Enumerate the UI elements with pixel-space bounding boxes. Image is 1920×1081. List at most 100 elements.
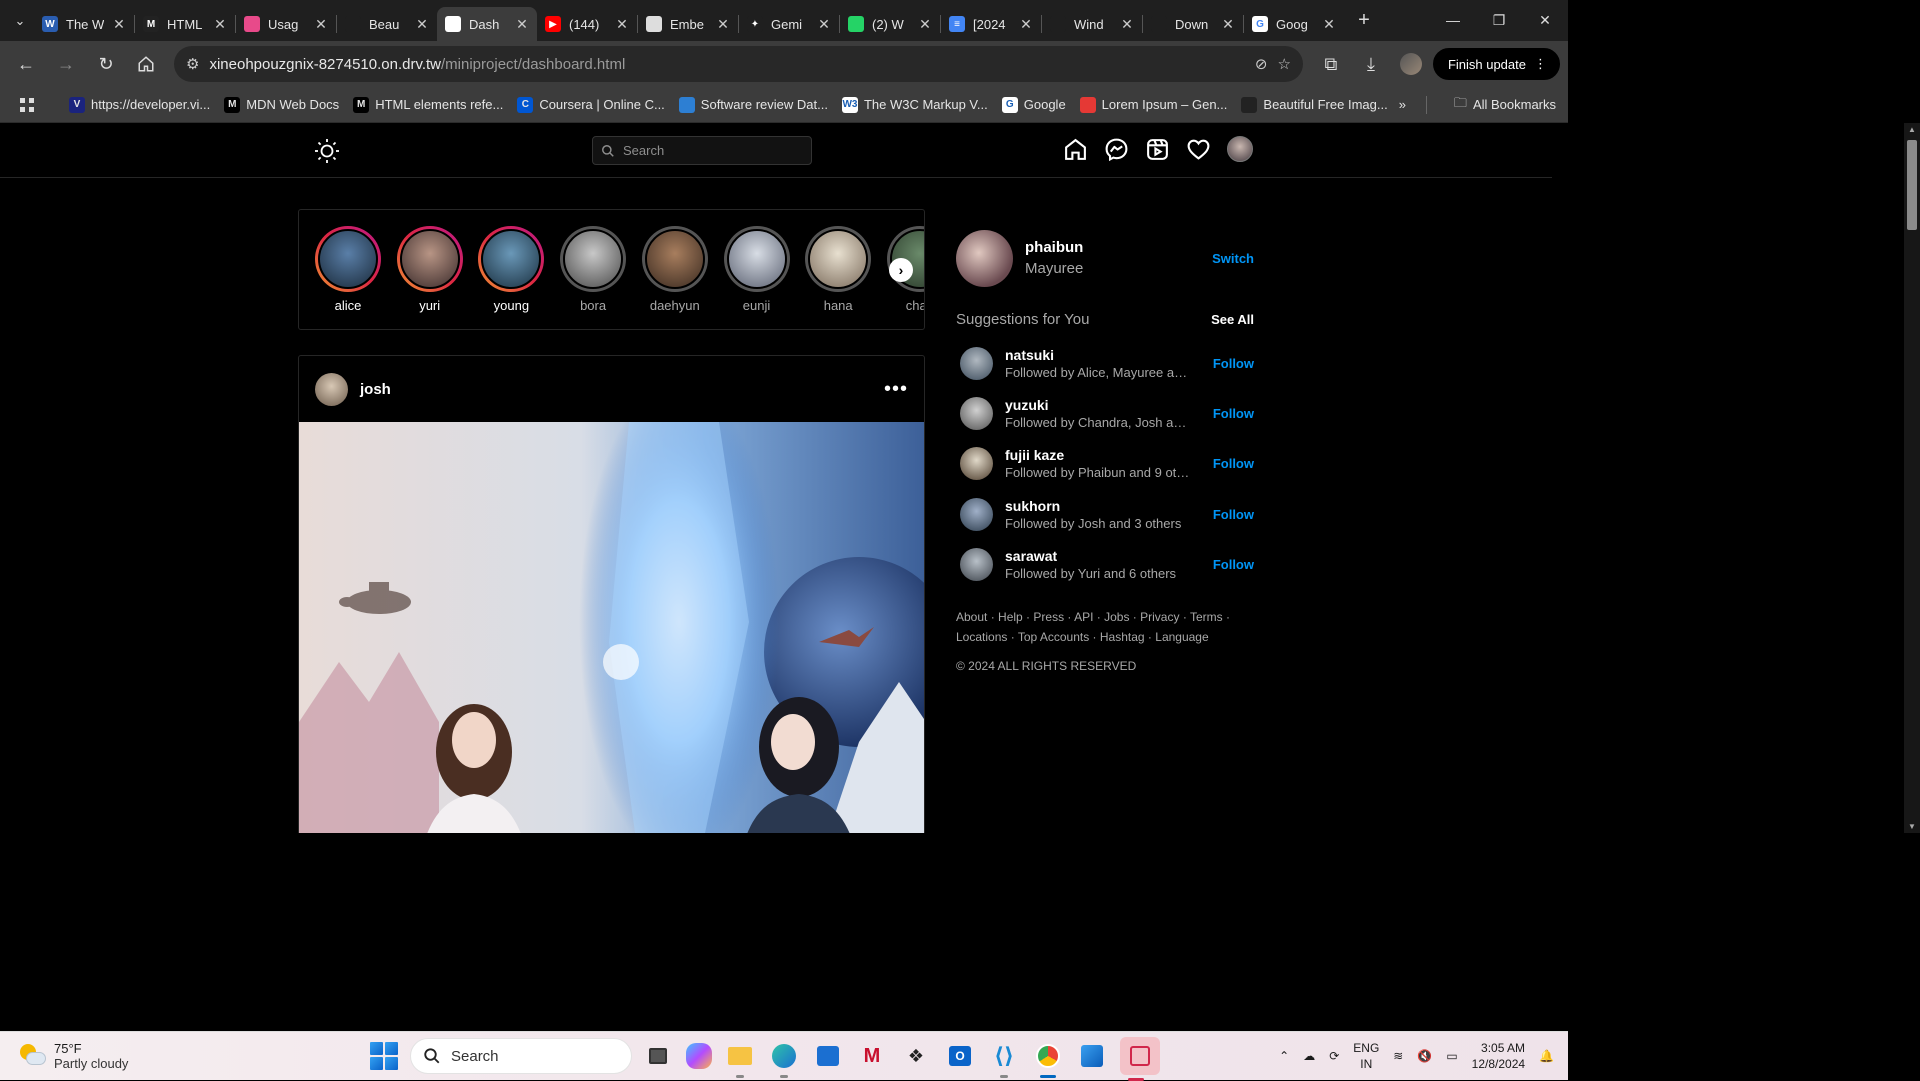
browser-tab[interactable]: Wind✕ bbox=[1042, 7, 1142, 41]
dropbox-icon[interactable]: ❖ bbox=[900, 1040, 932, 1072]
edge-icon[interactable] bbox=[768, 1040, 800, 1072]
search-box[interactable] bbox=[592, 136, 812, 165]
browser-tab[interactable]: ▶(144)✕ bbox=[537, 7, 637, 41]
suggestion-username[interactable]: yuzuki bbox=[1005, 397, 1201, 413]
suggestion-username[interactable]: sukhorn bbox=[1005, 498, 1201, 514]
story-item[interactable]: bora bbox=[560, 226, 626, 313]
post-image[interactable] bbox=[299, 422, 925, 833]
suggestion-avatar[interactable] bbox=[960, 548, 993, 581]
follow-button[interactable]: Follow bbox=[1213, 456, 1254, 471]
mcafee-icon[interactable]: M bbox=[856, 1040, 888, 1072]
volume-muted-icon[interactable]: 🔇 bbox=[1417, 1049, 1432, 1063]
post-username[interactable]: josh bbox=[360, 381, 872, 398]
tab-close-icon[interactable]: ✕ bbox=[918, 16, 932, 33]
cloud-icon[interactable]: ☁ bbox=[1303, 1049, 1315, 1063]
theme-toggle-sun-icon[interactable] bbox=[313, 137, 341, 165]
vscode-icon[interactable]: ⟨⟩ bbox=[988, 1040, 1020, 1072]
bookmark-item[interactable]: Vhttps://developer.vi... bbox=[62, 93, 217, 117]
finish-update-button[interactable]: Finish update⋮ bbox=[1433, 48, 1560, 80]
browser-tab[interactable]: Down✕ bbox=[1143, 7, 1243, 41]
post-avatar[interactable] bbox=[315, 373, 348, 406]
browser-tab[interactable]: (2) W✕ bbox=[840, 7, 940, 41]
see-all-button[interactable]: See All bbox=[1211, 312, 1254, 327]
home-button[interactable] bbox=[128, 46, 164, 82]
tab-close-icon[interactable]: ✕ bbox=[213, 16, 227, 33]
minimize-button[interactable]: — bbox=[1430, 0, 1476, 40]
suggestion-username[interactable]: natsuki bbox=[1005, 347, 1201, 363]
footer-link[interactable]: About bbox=[956, 610, 987, 624]
suggestion-avatar[interactable] bbox=[960, 397, 993, 430]
heart-icon[interactable] bbox=[1186, 137, 1211, 162]
footer-link[interactable]: Hashtag bbox=[1100, 630, 1145, 644]
chevron-right-icon[interactable]: › bbox=[889, 258, 913, 282]
follow-button[interactable]: Follow bbox=[1213, 356, 1254, 371]
bookmark-item[interactable]: Lorem Ipsum – Gen... bbox=[1073, 93, 1235, 117]
suggestion-avatar[interactable] bbox=[960, 498, 993, 531]
browser-tab[interactable]: Dash✕ bbox=[437, 7, 537, 41]
address-bar[interactable]: ⚙ xineohpouzgnix-8274510.on.drv.tw/minip… bbox=[174, 46, 1303, 82]
wifi-icon[interactable]: ≋ bbox=[1393, 1049, 1403, 1063]
eye-slash-icon[interactable]: ⊘ bbox=[1255, 55, 1268, 73]
search-input[interactable] bbox=[623, 143, 803, 158]
scroll-down-arrow-icon[interactable]: ▼ bbox=[1904, 822, 1920, 831]
reload-button[interactable]: ↻ bbox=[88, 46, 124, 82]
bookmark-item[interactable]: MMDN Web Docs bbox=[217, 93, 346, 117]
tab-close-icon[interactable]: ✕ bbox=[314, 16, 328, 33]
file-explorer-icon[interactable] bbox=[724, 1040, 756, 1072]
tab-close-icon[interactable]: ✕ bbox=[817, 16, 831, 33]
footer-link[interactable]: Top Accounts bbox=[1018, 630, 1089, 644]
task-view-icon[interactable] bbox=[642, 1040, 674, 1072]
tab-close-icon[interactable]: ✕ bbox=[1322, 16, 1336, 33]
all-bookmarks-button[interactable]: 🗀All Bookmarks bbox=[1447, 90, 1563, 120]
browser-tab[interactable]: Embe✕ bbox=[638, 7, 738, 41]
bookmark-item[interactable]: GGoogle bbox=[995, 93, 1073, 117]
scroll-up-arrow-icon[interactable]: ▲ bbox=[1904, 125, 1920, 134]
footer-link[interactable]: Privacy bbox=[1140, 610, 1179, 624]
browser-tab[interactable]: GGoog✕ bbox=[1244, 7, 1344, 41]
chrome-icon[interactable] bbox=[1032, 1040, 1064, 1072]
story-item[interactable]: yuri bbox=[397, 226, 463, 313]
browser-tab[interactable]: WThe W✕ bbox=[34, 7, 134, 41]
tab-close-icon[interactable]: ✕ bbox=[1120, 16, 1134, 33]
chevron-up-icon[interactable]: ⌃ bbox=[1279, 1049, 1289, 1063]
tab-close-icon[interactable]: ✕ bbox=[515, 16, 529, 33]
tab-close-icon[interactable]: ✕ bbox=[1221, 16, 1235, 33]
footer-link[interactable]: Locations bbox=[956, 630, 1007, 644]
suggestion-username[interactable]: fujii kaze bbox=[1005, 447, 1201, 463]
story-item[interactable]: daehyun bbox=[642, 226, 708, 313]
copilot-icon[interactable] bbox=[686, 1043, 712, 1069]
suggestion-avatar[interactable] bbox=[960, 347, 993, 380]
story-item[interactable]: eunji bbox=[724, 226, 790, 313]
start-button[interactable] bbox=[370, 1042, 398, 1070]
more-bookmarks-icon[interactable]: » bbox=[1399, 97, 1406, 112]
current-username[interactable]: phaibun bbox=[1025, 239, 1200, 256]
profile-avatar[interactable] bbox=[1227, 136, 1253, 162]
language-indicator[interactable]: ENG IN bbox=[1353, 1040, 1379, 1072]
tab-search-button[interactable]: ⌄ bbox=[6, 7, 34, 35]
footer-link[interactable]: Jobs bbox=[1104, 610, 1129, 624]
downloads-icon[interactable]: ⤓ bbox=[1353, 46, 1389, 82]
tab-close-icon[interactable]: ✕ bbox=[716, 16, 730, 33]
switch-account-button[interactable]: Switch bbox=[1212, 251, 1254, 266]
tab-close-icon[interactable]: ✕ bbox=[112, 16, 126, 33]
footer-link[interactable]: Language bbox=[1155, 630, 1208, 644]
suggestion-avatar[interactable] bbox=[960, 447, 993, 480]
forward-button[interactable]: → bbox=[48, 46, 84, 82]
back-button[interactable]: ← bbox=[8, 46, 44, 82]
more-options-icon[interactable]: ••• bbox=[884, 378, 908, 401]
bookmark-star-icon[interactable]: ☆ bbox=[1277, 55, 1290, 73]
footer-link[interactable]: Press bbox=[1033, 610, 1064, 624]
footer-link[interactable]: API bbox=[1074, 610, 1093, 624]
photos-icon[interactable] bbox=[1076, 1040, 1108, 1072]
home-icon[interactable] bbox=[1063, 137, 1088, 162]
follow-button[interactable]: Follow bbox=[1213, 406, 1254, 421]
bookmark-item[interactable]: Software review Dat... bbox=[672, 93, 835, 117]
page-scrollbar[interactable]: ▲ ▼ bbox=[1904, 123, 1920, 833]
sync-icon[interactable]: ⟳ bbox=[1329, 1049, 1339, 1063]
site-info-icon[interactable]: ⚙ bbox=[186, 55, 199, 73]
footer-link[interactable]: Help bbox=[998, 610, 1023, 624]
tab-close-icon[interactable]: ✕ bbox=[415, 16, 429, 33]
snipping-tool-icon[interactable] bbox=[1120, 1037, 1160, 1075]
close-window-button[interactable]: ✕ bbox=[1522, 0, 1568, 40]
scrollbar-thumb[interactable] bbox=[1907, 140, 1917, 230]
